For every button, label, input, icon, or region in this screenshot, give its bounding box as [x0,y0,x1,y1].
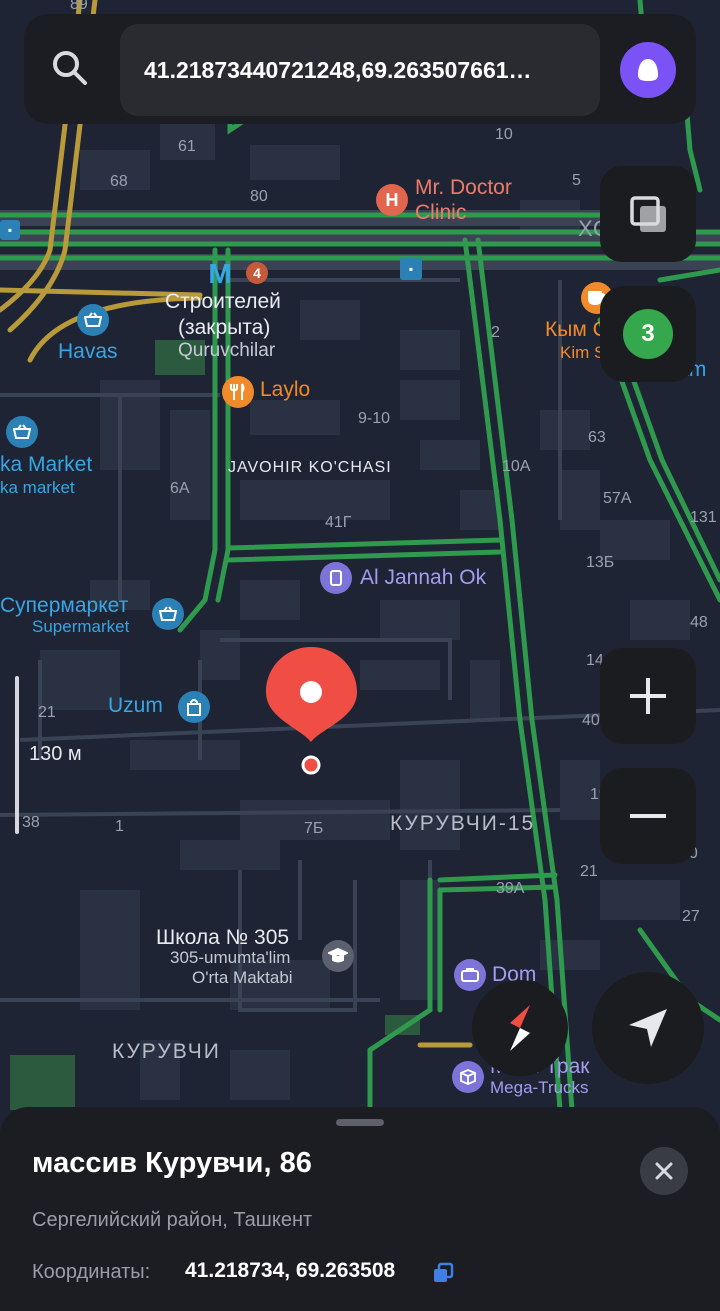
house-number: 80 [250,188,268,205]
box-icon[interactable] [452,1061,484,1093]
zoom-out-button[interactable] [600,768,696,864]
place-card: массив Курувчи, 86 Сергелийский район, Т… [0,1107,720,1311]
basket-icon[interactable] [6,416,38,448]
scale-label: 130 м [29,743,82,765]
locate-arrow-icon [629,1009,667,1047]
restaurant-icon[interactable] [222,376,254,408]
house-number: 2 [491,324,500,341]
house-number: 68 [110,173,128,190]
house-number: 48 [690,614,708,631]
house-number: 6А [170,480,190,497]
poi-label: ka market [0,478,75,497]
poi-label[interactable]: Havas [58,340,118,364]
poi-label[interactable]: Кым С [545,318,608,342]
poi-label[interactable]: Mr. Doctor [415,176,512,200]
bus-stop-icon[interactable]: ▪ [400,258,422,280]
house-number: 5 [572,172,581,189]
poi-label: Kim S [560,343,606,362]
school-icon[interactable] [322,940,354,972]
house-number: 13Б [586,554,615,571]
place-title: массив Курувчи, 86 [32,1147,312,1179]
poi-label: O'rta Maktabi [192,968,293,987]
alice-icon[interactable] [620,42,676,98]
house-number: 61 [178,138,196,155]
locate-button[interactable] [592,972,704,1084]
compass-button[interactable] [472,980,568,1076]
poi-label[interactable]: ka Market [0,453,92,477]
house-number: 41Г [325,514,352,531]
traffic-level-badge: 3 [623,309,673,359]
compass-icon [510,1005,530,1051]
district-label: КУРУВЧИ [112,1040,221,1063]
house-number: 131 [690,509,717,526]
place-subtitle: Сергелийский район, Ташкент [32,1209,313,1231]
poi-label[interactable]: Laylo [260,378,310,402]
coordinates-label: Координаты: [32,1261,151,1283]
house-number: 7Б [304,820,324,837]
bus-stop-icon[interactable]: ▪ [0,220,20,240]
house-number: 57А [603,490,632,507]
traffic-button[interactable]: 3 [600,286,696,382]
house-number: 10А [502,458,531,475]
search-input[interactable]: 41.21873440721248,69.263507661… [120,24,600,116]
sheet-grabber[interactable] [336,1119,384,1126]
house-number: 27 [682,908,700,925]
layers-button[interactable] [600,166,696,262]
shop-icon[interactable] [320,562,352,594]
poi-label[interactable]: Супермаркет [0,594,128,618]
close-icon [655,1162,673,1180]
metro-icon: M [208,258,232,289]
poi-label: 305-umumta'lim [170,948,291,967]
house-number: 38 [22,814,40,831]
shopping-bag-icon[interactable] [178,691,210,723]
poi-label[interactable]: Uzum [108,694,163,718]
metro-line-badge: 4 [246,262,268,284]
copy-icon[interactable] [432,1262,454,1284]
basket-icon[interactable] [77,304,109,336]
poi-label: Supermarket [32,617,130,636]
district-label: КУРУВЧИ-15 [390,812,536,835]
briefcase-icon[interactable] [454,959,486,991]
house-number: 1 [115,818,124,835]
close-button[interactable] [640,1147,688,1195]
clinic-icon[interactable]: H [376,184,408,216]
house-number: 89 [70,0,88,13]
poi-label: Mega-Trucks [490,1078,589,1097]
house-number: 10 [495,126,513,143]
scale-bar [15,676,19,834]
street-label: JAVOHIR KO'CHASI [228,459,392,476]
basket-icon[interactable] [152,598,184,630]
metro-station-status: (закрыта) [178,316,271,339]
minus-icon [630,814,666,818]
house-number: 9-10 [358,410,391,427]
metro-station-latin: Quruvchilar [178,340,276,361]
house-number: 21 [580,863,598,880]
poi-label: Clinic [415,201,467,224]
house-number: 63 [588,429,606,446]
metro-station-label[interactable]: Строителей [165,290,281,314]
house-number: 39А [496,880,525,897]
search-icon[interactable] [48,46,92,90]
poi-label[interactable]: Школа № 305 [156,926,289,950]
house-number: 21 [38,704,56,721]
coordinates-value[interactable]: 41.218734, 69.263508 [185,1259,395,1283]
poi-label[interactable]: Al Jannah Ok [360,566,486,590]
layers-icon [630,196,666,232]
plus-icon [630,678,666,714]
zoom-in-button[interactable] [600,648,696,744]
